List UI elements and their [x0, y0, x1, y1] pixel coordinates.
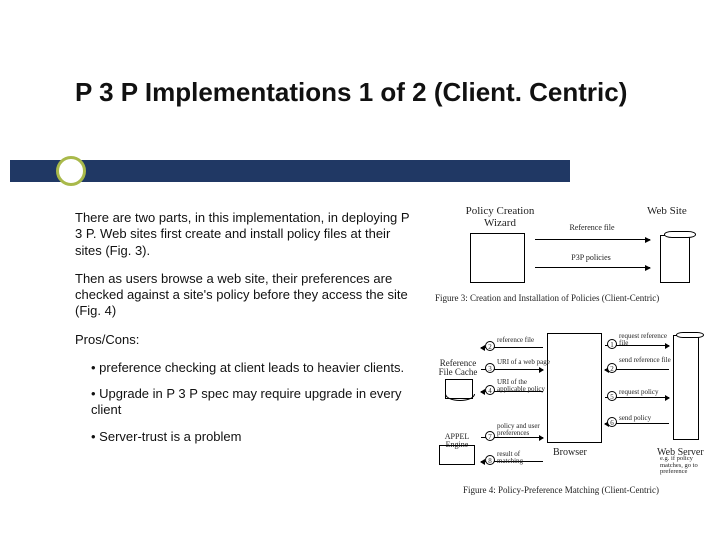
fig3-server-icon [660, 235, 690, 283]
figure-4: Reference File Cache Browser Web Server … [435, 327, 710, 507]
paragraph-3: Pros/Cons: [75, 332, 420, 348]
body-text: There are two parts, in this implementat… [75, 210, 420, 455]
paragraph-2: Then as users browse a web site, their p… [75, 271, 420, 320]
fig3-website-label: Web Site [647, 205, 687, 217]
slide-title: P 3 P Implementations 1 of 2 (Client. Ce… [75, 78, 635, 108]
bullet-list: • preference checking at client leads to… [91, 360, 420, 445]
step-num: 4 [485, 385, 495, 395]
fig3-p3p-text: P3P policies [561, 253, 621, 262]
bullet-2: • Upgrade in P 3 P spec may require upgr… [91, 386, 420, 419]
fig4-l5: result of matching [497, 451, 547, 465]
fig4-l3: URI of the applicable policy [497, 379, 547, 393]
title-underline [10, 160, 570, 182]
accent-circle-icon [56, 156, 86, 186]
step-num: 1 [607, 339, 617, 349]
step-num: 6 [607, 417, 617, 427]
fig4-r1: request reference file [619, 333, 673, 347]
fig4-browser-label: Browser [553, 447, 587, 458]
fig3-wizard-label: Policy Creation Wizard [455, 205, 545, 229]
fig4-r2: send reference file [619, 357, 673, 364]
fig3-ref-arrow-icon [535, 239, 650, 240]
fig4-refcache-icon [445, 379, 473, 399]
fig4-appel-box-icon [439, 445, 475, 465]
fig4-browser-box-icon [547, 333, 602, 443]
bullet-1: • preference checking at client leads to… [91, 360, 420, 376]
bullet-3: • Server-trust is a problem [91, 429, 420, 445]
fig3-wizard-box-icon [470, 233, 525, 283]
step-num: 3 [485, 363, 495, 373]
fig3-ref-text: Reference file [557, 223, 627, 232]
fig4-refcache-label: Reference File Cache [432, 359, 484, 378]
fig4-r4: send policy [619, 415, 673, 422]
figures: Policy Creation Wizard Web Site Referenc… [435, 205, 710, 507]
fig4-l4: policy and user preferences [497, 423, 547, 437]
fig4-caption: Figure 4: Policy-Preference Matching (Cl… [463, 485, 713, 495]
fig4-r3: request policy [619, 389, 673, 396]
fig4-pref-note: e.g. if policy matches, go to preference [660, 456, 708, 476]
fig4-l2: URI of a web page [497, 359, 552, 366]
paragraph-1: There are two parts, in this implementat… [75, 210, 420, 259]
step-num: 5 [607, 391, 617, 401]
step-num: 2 [607, 363, 617, 373]
fig4-l1: reference file [497, 337, 552, 344]
step-num: 2 [485, 341, 495, 351]
fig3-p3p-arrow-icon [535, 267, 650, 268]
step-num: 8 [485, 455, 495, 465]
fig4-server-icon [673, 335, 699, 440]
step-num: 7 [485, 431, 495, 441]
figure-3: Policy Creation Wizard Web Site Referenc… [435, 205, 710, 315]
fig3-caption: Figure 3: Creation and Installation of P… [435, 293, 710, 303]
